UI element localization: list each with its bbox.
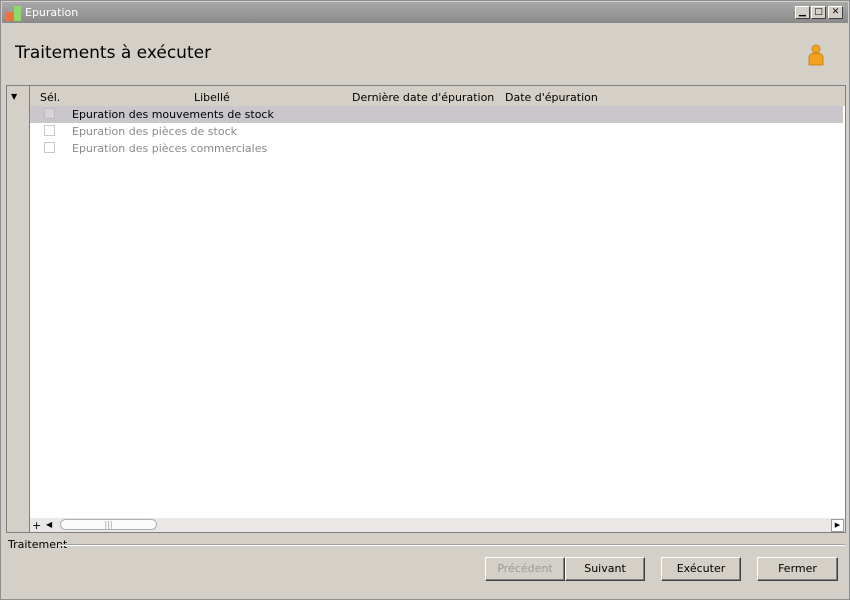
maximize-button[interactable]: □ (811, 6, 826, 19)
grid-header: Sél. Libellé Dernière date d'épuration D… (30, 86, 845, 106)
grid-menu-icon[interactable]: ▼ (11, 92, 17, 101)
scroll-right-icon[interactable]: ▶ (831, 519, 844, 532)
column-header-sel[interactable]: Sél. (40, 91, 60, 104)
close-button[interactable]: Fermer (757, 557, 838, 581)
row-checkbox[interactable] (44, 108, 55, 119)
row-label: Epuration des pièces commerciales (72, 142, 268, 155)
table-row[interactable]: Epuration des pièces de stock (30, 123, 843, 140)
row-label: Epuration des pièces de stock (72, 125, 237, 138)
previous-button[interactable]: Précédent (485, 557, 565, 581)
add-row-button[interactable]: + (32, 519, 41, 532)
execute-button[interactable]: Exécuter (661, 557, 741, 581)
scroll-thumb[interactable]: ||| (60, 519, 157, 530)
close-window-button[interactable]: ✕ (828, 6, 843, 19)
epuration-window: Epuration ▁ □ ✕ Traitements à exécuter ▼… (0, 0, 850, 600)
next-button[interactable]: Suivant (565, 557, 645, 581)
window-title: Epuration (25, 6, 79, 19)
treatments-grid: ▼ Sél. Libellé Dernière date d'épuration… (6, 85, 846, 533)
page-title: Traitements à exécuter (15, 43, 212, 63)
row-label: Epuration des mouvements de stock (72, 108, 274, 121)
row-checkbox[interactable] (44, 125, 55, 136)
minimize-button[interactable]: ▁ (795, 6, 810, 19)
app-icon (6, 6, 21, 21)
group-divider (59, 544, 845, 546)
table-row[interactable]: Epuration des mouvements de stock (30, 106, 843, 123)
title-bar[interactable]: Epuration ▁ □ ✕ (2, 2, 848, 23)
user-icon (806, 44, 826, 66)
scroll-left-icon[interactable]: ◀ (46, 520, 52, 529)
column-header-date[interactable]: Date d'épuration (505, 91, 598, 104)
grid-row-header: ▼ (7, 86, 30, 532)
table-row[interactable]: Epuration des pièces commerciales (30, 140, 843, 157)
horizontal-scrollbar[interactable]: + ◀ ||| ▶ (30, 518, 845, 532)
column-header-libelle[interactable]: Libellé (194, 91, 230, 104)
column-header-last-date[interactable]: Dernière date d'épuration (352, 91, 494, 104)
row-checkbox[interactable] (44, 142, 55, 153)
